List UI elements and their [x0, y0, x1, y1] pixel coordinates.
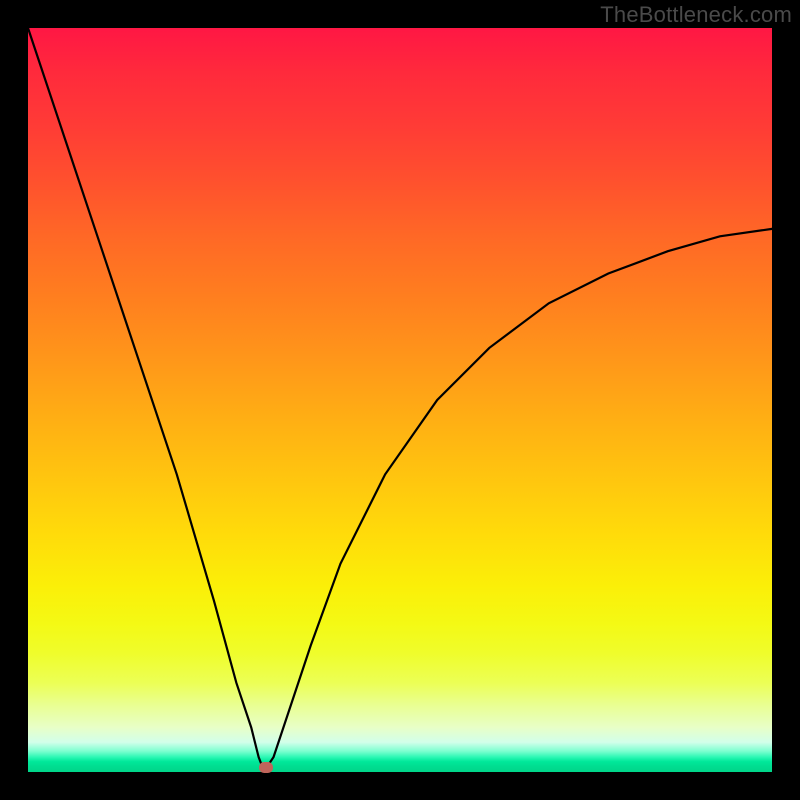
- watermark-text: TheBottleneck.com: [600, 2, 792, 28]
- bottleneck-curve-path: [28, 28, 772, 768]
- plot-area: [28, 28, 772, 772]
- curve-svg: [28, 28, 772, 772]
- chart-frame: TheBottleneck.com: [0, 0, 800, 800]
- curve-minimum-marker: [259, 762, 273, 773]
